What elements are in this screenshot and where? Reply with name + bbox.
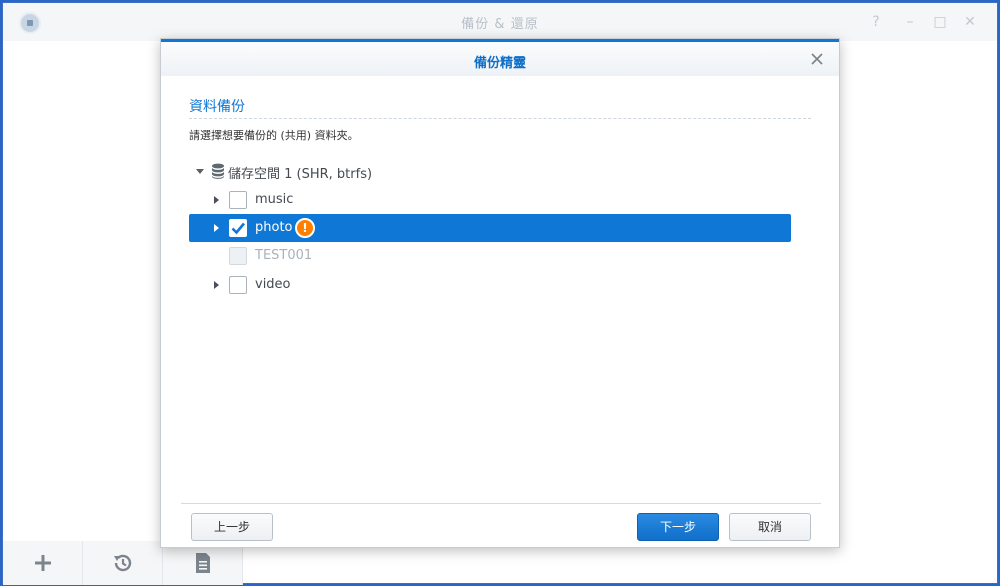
- folder-label: video: [255, 277, 291, 292]
- app-title: 備份 & 還原: [461, 17, 539, 32]
- collapse-arrow-icon[interactable]: [196, 169, 204, 174]
- checkmark-icon: [231, 222, 245, 235]
- section-divider: [189, 118, 811, 119]
- restore-button[interactable]: [83, 541, 163, 585]
- folder-checkbox[interactable]: [229, 219, 247, 237]
- minimize-icon[interactable]: –: [901, 13, 919, 31]
- create-task-button[interactable]: [3, 541, 83, 585]
- footer-divider: [181, 503, 821, 504]
- plus-icon: [34, 555, 51, 571]
- folder-checkbox: [229, 247, 247, 265]
- instruction-text: 請選擇想要備份的 (共用) 資料夾。: [189, 129, 359, 142]
- tree-folder-video[interactable]: video: [189, 271, 791, 299]
- expand-arrow-icon[interactable]: [214, 196, 219, 204]
- folder-label: music: [255, 192, 294, 207]
- dialog-header: 備份精靈: [161, 42, 839, 76]
- log-document-icon: [195, 553, 210, 573]
- folder-label: TEST001: [255, 248, 313, 263]
- database-icon: [212, 163, 224, 179]
- app-titlebar: 備份 & 還原 ? – □ ✕: [3, 3, 997, 41]
- folder-checkbox[interactable]: [229, 276, 247, 294]
- close-window-icon[interactable]: ✕: [961, 13, 979, 31]
- next-button[interactable]: 下一步: [637, 513, 719, 541]
- close-icon[interactable]: [809, 51, 825, 67]
- warning-icon[interactable]: !: [295, 218, 315, 238]
- help-icon[interactable]: ?: [867, 13, 885, 31]
- dialog-title: 備份精靈: [473, 56, 526, 71]
- folder-checkbox[interactable]: [229, 191, 247, 209]
- backup-wizard-dialog: 備份精靈 資料備份 請選擇想要備份的 (共用) 資料夾。 儲存空間 1 (SHR…: [160, 38, 840, 548]
- section-title: 資料備份: [189, 99, 245, 115]
- tree-folder-music[interactable]: music: [189, 186, 791, 214]
- cancel-button[interactable]: 取消: [729, 513, 811, 541]
- maximize-icon[interactable]: □: [931, 13, 949, 31]
- back-button[interactable]: 上一步: [191, 513, 273, 541]
- restore-history-icon: [113, 554, 131, 572]
- tree-folder-test001: TEST001: [189, 242, 791, 270]
- expand-arrow-icon[interactable]: [214, 224, 219, 232]
- tree-volume-node[interactable]: 儲存空間 1 (SHR, btrfs): [189, 157, 791, 185]
- folder-label: photo: [255, 220, 293, 235]
- expand-arrow-icon[interactable]: [214, 281, 219, 289]
- volume-label: 儲存空間 1 (SHR, btrfs): [228, 167, 373, 182]
- tree-folder-photo[interactable]: photo !: [189, 214, 791, 242]
